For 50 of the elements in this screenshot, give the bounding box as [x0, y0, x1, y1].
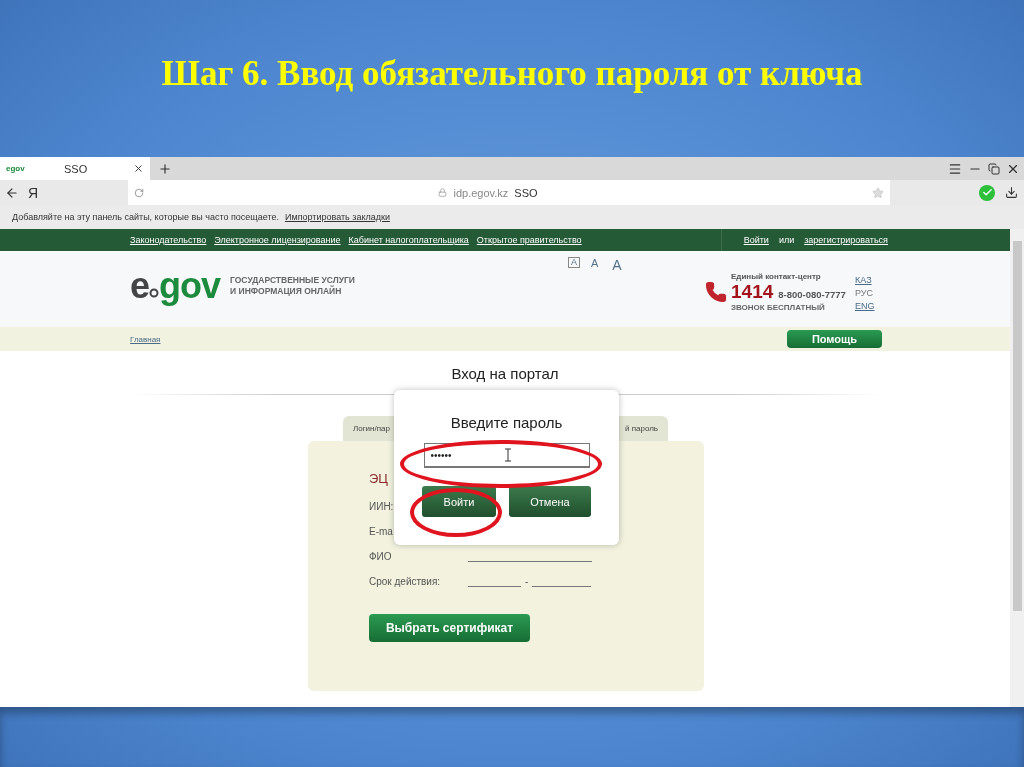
- download-icon[interactable]: [1005, 186, 1018, 199]
- close-icon[interactable]: [133, 163, 144, 174]
- address-field[interactable]: idp.egov.kz SSO: [128, 180, 890, 205]
- font-size-option[interactable]: A: [568, 257, 580, 268]
- dialog-title: Введите пароль: [450, 414, 563, 431]
- import-bookmarks-link[interactable]: Импортировать закладки: [285, 212, 390, 222]
- phone-icon: [705, 281, 727, 303]
- plus-icon[interactable]: [158, 161, 172, 176]
- phone-number: 8-800-080-7777: [778, 289, 846, 300]
- nav-link[interactable]: Кабинет налогоплательщика: [348, 235, 469, 245]
- range-separator: -: [525, 576, 529, 587]
- check-icon[interactable]: [979, 184, 995, 201]
- login-heading: Вход на портал: [450, 365, 560, 382]
- breadcrumb-link[interactable]: Главная: [130, 334, 787, 344]
- font-size-option[interactable]: A: [588, 257, 602, 270]
- scrollbar[interactable]: [1010, 229, 1024, 707]
- language-link[interactable]: ENG: [855, 301, 875, 311]
- page-title: SSO: [514, 186, 538, 199]
- lock-icon: [438, 188, 448, 197]
- cancel-button[interactable]: Отмена: [509, 486, 591, 517]
- contact-title: Единый контакт-центр: [731, 272, 822, 281]
- site-tagline: ГОСУДАРСТВЕННЫЕ УСЛУГИ И ИНФОРМАЦИЯ ОНЛАЙН: [230, 275, 355, 297]
- font-size-option[interactable]: A: [609, 257, 625, 273]
- or-text: или: [778, 235, 795, 245]
- browser-tab[interactable]: egov SSO: [0, 157, 150, 180]
- field-label: Срок действия:: [369, 576, 442, 587]
- register-link[interactable]: зарегистрироваться: [804, 235, 888, 245]
- restore-icon[interactable]: [988, 162, 1000, 175]
- bookmarks-hint: Добавляйте на эту панель сайты, которые вы часто посещаете.: [12, 212, 279, 222]
- section-title: ЭЦ: [369, 471, 389, 486]
- select-certificate-button[interactable]: Выбрать сертификат: [369, 614, 530, 642]
- nav-link[interactable]: Электронное лицензирование: [214, 235, 341, 245]
- reload-icon[interactable]: [134, 187, 144, 198]
- login-link[interactable]: Войти: [743, 235, 769, 245]
- egov-logo: e gov: [130, 265, 221, 307]
- nav-link[interactable]: Открытое правительство: [476, 235, 582, 245]
- browser-logo[interactable]: Я: [24, 184, 128, 201]
- address-domain: idp.egov.kz: [453, 186, 509, 199]
- slide-title: Шаг 6. Ввод обязательного пароля от ключа: [161, 53, 863, 95]
- language-link[interactable]: КАЗ: [855, 275, 875, 285]
- star-icon[interactable]: [872, 186, 884, 199]
- nav-link[interactable]: Законодательство: [130, 235, 207, 245]
- language-link[interactable]: РУС: [855, 288, 875, 298]
- short-number: 1414: [731, 281, 774, 303]
- help-button[interactable]: Помощь: [787, 330, 882, 348]
- field-label: E-ma: [369, 526, 394, 537]
- field-label: ФИО: [369, 551, 393, 562]
- menu-icon[interactable]: [948, 161, 962, 176]
- text-cursor-icon: [504, 448, 511, 462]
- free-call-note: ЗВОНОК БЕСПЛАТНЫЙ: [731, 303, 826, 312]
